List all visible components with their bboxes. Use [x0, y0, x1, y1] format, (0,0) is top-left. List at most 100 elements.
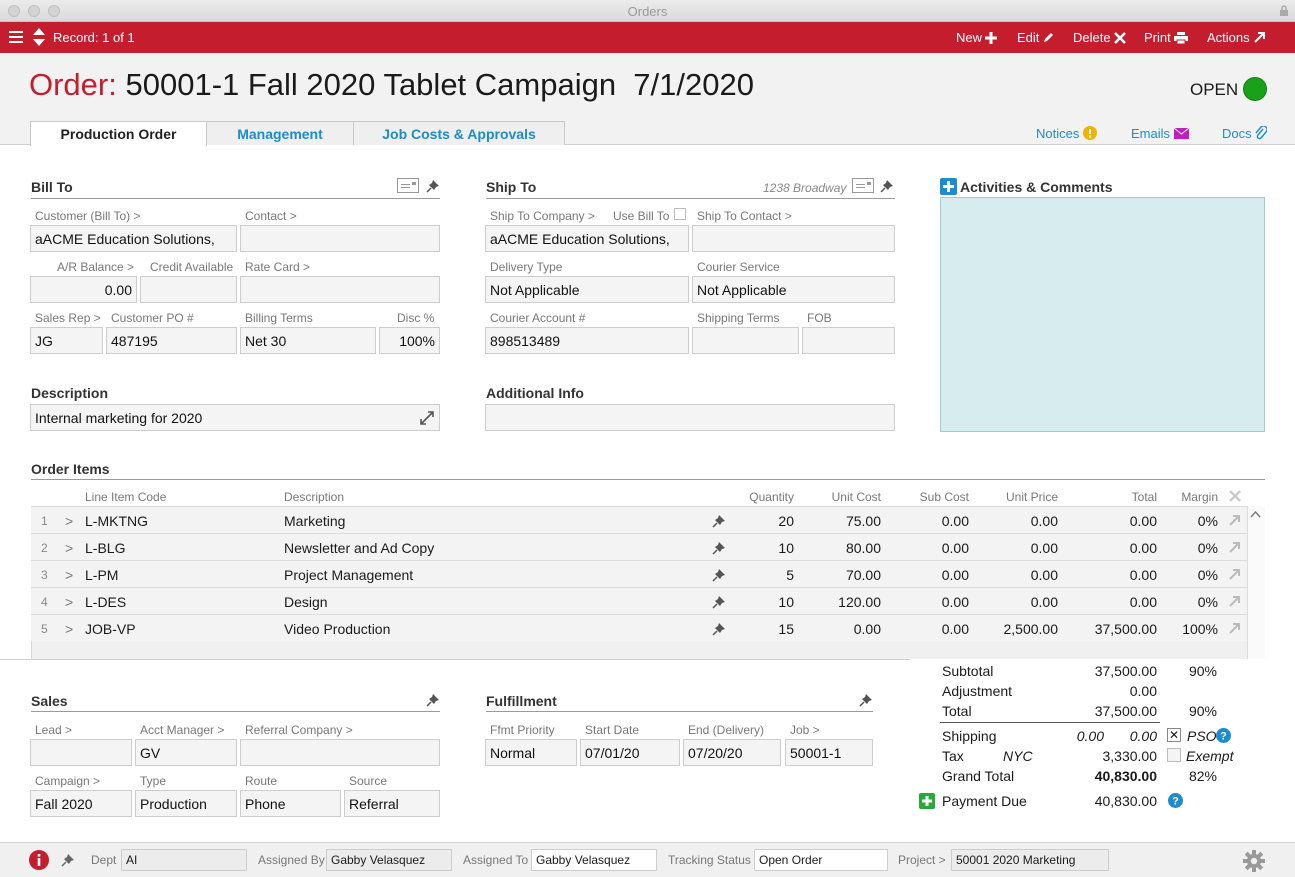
pin-icon[interactable] [712, 514, 726, 528]
delete-row-icon[interactable] [1229, 490, 1241, 502]
row-unit-cost[interactable]: 80.00 [801, 540, 881, 556]
tab-job-costs-approvals[interactable]: Job Costs & Approvals [353, 121, 565, 145]
row-expand-chevron[interactable]: > [65, 513, 73, 529]
col-total[interactable]: Total [1065, 490, 1157, 504]
exempt-checkbox[interactable] [1167, 748, 1181, 762]
row-sub-cost[interactable]: 0.00 [891, 621, 969, 637]
project-field[interactable]: 50001 2020 Marketing [951, 849, 1109, 871]
shipping-value-b[interactable]: 0.00 [1110, 728, 1157, 744]
sales-rep-field[interactable]: JG [30, 327, 103, 354]
row-unit-cost[interactable]: 120.00 [801, 594, 881, 610]
table-row[interactable]: 4 > L-DES Design 10 120.00 0.00 0.00 0.00 0% [31, 587, 1247, 614]
actions-button[interactable]: Actions [1207, 30, 1266, 45]
row-line-item-code[interactable]: L-DES [85, 594, 126, 610]
row-description[interactable]: Design [284, 594, 328, 610]
new-button[interactable]: New [956, 30, 998, 45]
tab-production-order[interactable]: Production Order [30, 121, 207, 146]
ar-balance-label[interactable]: A/R Balance > [57, 260, 134, 274]
description-field[interactable]: Internal marketing for 2020 [30, 404, 440, 431]
courier-service-field[interactable]: Not Applicable [692, 276, 895, 303]
row-sub-cost[interactable]: 0.00 [891, 540, 969, 556]
row-line-item-code[interactable]: L-BLG [85, 540, 125, 556]
table-row[interactable]: 5 > JOB-VP Video Production 15 0.00 0.00 2,500.… [31, 614, 1247, 641]
row-expand-chevron[interactable]: > [65, 594, 73, 610]
row-unit-cost[interactable]: 70.00 [801, 567, 881, 583]
open-row-arrow-icon[interactable] [1228, 622, 1241, 635]
open-row-arrow-icon[interactable] [1228, 514, 1241, 527]
delivery-type-field[interactable]: Not Applicable [485, 276, 689, 303]
shipping-terms-field[interactable] [692, 327, 799, 354]
disc-field[interactable]: 100% [379, 327, 440, 354]
col-sub-cost[interactable]: Sub Cost [890, 490, 969, 504]
ship-contact-label[interactable]: Ship To Contact > [697, 209, 792, 223]
row-line-item-code[interactable]: L-MKTNG [85, 513, 148, 529]
customer-label[interactable]: Customer (Bill To) > [35, 209, 140, 223]
row-expand-chevron[interactable]: > [65, 540, 73, 556]
row-description[interactable]: Newsletter and Ad Copy [284, 540, 434, 556]
address-card-icon[interactable] [397, 178, 419, 193]
row-quantity[interactable]: 10 [731, 594, 794, 610]
ship-company-field[interactable]: aACME Education Solutions, [485, 225, 689, 252]
row-unit-price[interactable]: 0.00 [976, 567, 1058, 583]
start-date-field[interactable]: 07/01/20 [580, 739, 680, 766]
table-row[interactable]: 1 > L-MKTNG Marketing 20 75.00 0.00 0.00 0.00 0% [31, 506, 1247, 533]
use-bill-to-checkbox[interactable] [674, 208, 686, 220]
address-card-icon[interactable] [852, 178, 874, 193]
open-row-arrow-icon[interactable] [1228, 595, 1241, 608]
row-unit-cost[interactable]: 0.00 [801, 621, 881, 637]
pin-icon[interactable] [712, 595, 726, 609]
col-line-item-code[interactable]: Line Item Code [85, 490, 166, 504]
job-field[interactable]: 50001-1 [785, 739, 873, 766]
activities-panel[interactable] [940, 197, 1265, 432]
lead-label[interactable]: Lead > [35, 723, 72, 737]
project-label[interactable]: Project > [898, 853, 946, 867]
customer-po-field[interactable]: 487195 [106, 327, 237, 354]
shipping-value-a[interactable]: 0.00 [1050, 728, 1104, 744]
open-row-arrow-icon[interactable] [1228, 541, 1241, 554]
adjustment-value[interactable]: 0.00 [1040, 683, 1157, 699]
customer-field[interactable]: aACME Education Solutions, [30, 225, 237, 252]
row-description[interactable]: Marketing [284, 513, 345, 529]
pin-icon[interactable] [859, 693, 873, 707]
row-quantity[interactable]: 15 [731, 621, 794, 637]
assigned-by-field[interactable]: Gabby Velasquez [326, 849, 452, 871]
row-unit-cost[interactable]: 75.00 [801, 513, 881, 529]
col-unit-cost[interactable]: Unit Cost [800, 490, 881, 504]
col-quantity[interactable]: Quantity [720, 490, 794, 504]
row-description[interactable]: Video Production [284, 621, 390, 637]
add-activity-icon[interactable] [940, 178, 957, 195]
chevron-up-icon[interactable] [1250, 510, 1261, 518]
col-unit-price[interactable]: Unit Price [975, 490, 1058, 504]
tracking-status-field[interactable]: Open Order [754, 849, 888, 871]
row-unit-price[interactable]: 2,500.00 [976, 621, 1059, 637]
row-quantity[interactable]: 5 [731, 567, 794, 583]
table-row[interactable]: 3 > L-PM Project Management 5 70.00 0.00 0.00 0.… [31, 560, 1247, 587]
open-row-arrow-icon[interactable] [1228, 568, 1241, 581]
pin-icon[interactable] [880, 179, 894, 193]
table-row[interactable]: 2 > L-BLG Newsletter and Ad Copy 10 80.00 0.00… [31, 533, 1247, 560]
pin-icon[interactable] [712, 622, 726, 636]
row-sub-cost[interactable]: 0.00 [891, 594, 969, 610]
tax-region[interactable]: NYC [1003, 748, 1033, 764]
print-button[interactable]: Print [1144, 30, 1188, 45]
contact-field[interactable] [240, 225, 440, 252]
add-payment-icon[interactable] [919, 793, 935, 809]
help-icon[interactable]: ? [1168, 793, 1183, 808]
help-icon[interactable]: ? [1216, 728, 1231, 743]
row-description[interactable]: Project Management [284, 567, 413, 583]
type-field[interactable]: Production [135, 790, 237, 817]
campaign-field[interactable]: Fall 2020 [30, 790, 132, 817]
route-field[interactable]: Phone [240, 790, 341, 817]
source-field[interactable]: Referral [344, 790, 440, 817]
gear-icon[interactable] [1243, 850, 1265, 872]
campaign-label[interactable]: Campaign > [35, 774, 100, 788]
col-margin[interactable]: Margin [1160, 490, 1218, 504]
col-description[interactable]: Description [284, 490, 344, 504]
row-quantity[interactable]: 20 [731, 513, 794, 529]
ship-contact-field[interactable] [692, 225, 895, 252]
record-up-down-icon[interactable] [31, 27, 47, 47]
menu-icon[interactable] [9, 30, 23, 44]
pso-checkbox[interactable]: ✕ [1167, 728, 1181, 742]
lead-field[interactable] [30, 739, 132, 766]
rate-card-field[interactable] [240, 276, 440, 303]
